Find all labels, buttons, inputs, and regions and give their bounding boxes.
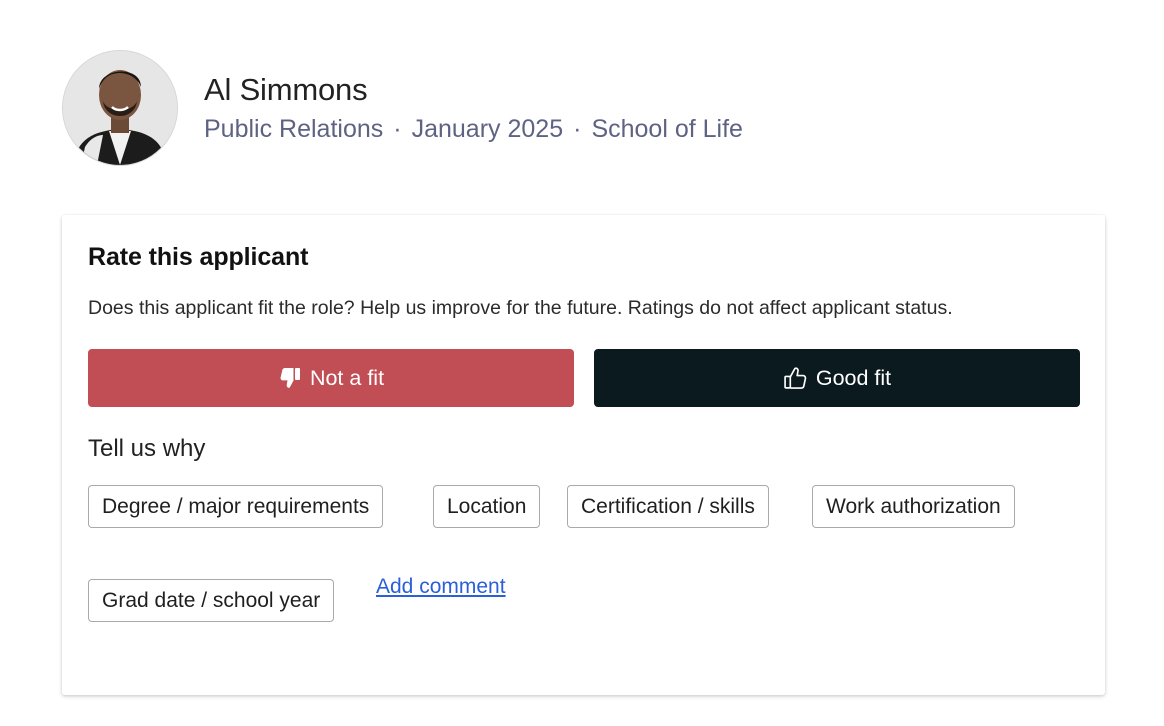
applicant-meta: Public Relations · January 2025 · School… bbox=[204, 113, 743, 145]
thumbs-down-icon bbox=[278, 366, 302, 390]
reasons-heading: Tell us why bbox=[88, 435, 206, 462]
not-a-fit-label: Not a fit bbox=[309, 365, 385, 390]
applicant-name: Al Simmons bbox=[204, 72, 368, 107]
applicant-field: Public Relations bbox=[204, 115, 384, 143]
add-comment-link[interactable]: Add comment bbox=[376, 575, 506, 599]
not-a-fit-button[interactable]: Not a fit bbox=[88, 349, 574, 407]
rating-card: Rate this applicant Does this applicant … bbox=[62, 215, 1105, 695]
rating-title: Rate this applicant bbox=[88, 243, 309, 271]
applicant-header: Al Simmons Public Relations · January 20… bbox=[62, 50, 743, 166]
rating-description: Does this applicant fit the role? Help u… bbox=[88, 297, 953, 319]
applicant-info: Al Simmons Public Relations · January 20… bbox=[204, 71, 743, 145]
thumbs-up-icon bbox=[783, 366, 808, 391]
meta-separator: · bbox=[393, 115, 402, 143]
avatar bbox=[62, 50, 178, 166]
chip-certification-skills[interactable]: Certification / skills bbox=[567, 485, 769, 528]
chip-work-authorization[interactable]: Work authorization bbox=[812, 485, 1015, 528]
chip-degree-major[interactable]: Degree / major requirements bbox=[88, 485, 384, 528]
applicant-school: School of Life bbox=[591, 115, 743, 143]
avatar-image bbox=[63, 51, 177, 165]
chip-grad-date[interactable]: Grad date / school year bbox=[88, 579, 335, 622]
good-fit-button[interactable]: Good fit bbox=[594, 349, 1080, 407]
good-fit-label: Good fit bbox=[815, 365, 892, 390]
chip-location[interactable]: Location bbox=[433, 485, 541, 528]
meta-separator: · bbox=[573, 115, 582, 143]
applicant-grad-date: January 2025 bbox=[411, 115, 564, 143]
